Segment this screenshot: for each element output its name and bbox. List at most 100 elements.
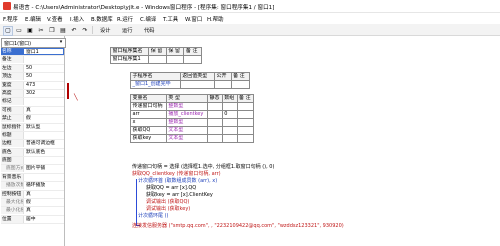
property-value[interactable]	[23, 173, 64, 181]
menu-item-0[interactable]: F.程序	[3, 15, 18, 23]
table-cell[interactable]: arr	[130, 110, 167, 119]
property-row[interactable]: 控制按钮真	[1, 190, 64, 200]
property-value[interactable]	[23, 98, 64, 106]
property-row[interactable]: 高度 302	[1, 89, 64, 99]
property-row[interactable]: 鼠标指针 默认型	[1, 123, 64, 132]
property-value[interactable]	[23, 131, 64, 139]
table-cell[interactable]	[221, 126, 238, 135]
property-row[interactable]: 名称 窗口1	[1, 48, 64, 57]
property-row[interactable]: 底图方式 图片平铺	[1, 165, 64, 174]
property-row[interactable]: 可视真	[1, 106, 64, 116]
table-cell[interactable]	[183, 55, 202, 64]
paste-icon[interactable]: ▤	[58, 26, 68, 36]
table-cell[interactable]	[165, 55, 185, 64]
code-line[interactable]: 调试输出 (获取QQ)	[146, 199, 189, 205]
table-cell[interactable]: 获取QQ	[130, 126, 167, 135]
property-row[interactable]: 左边 50	[1, 64, 64, 74]
code-line[interactable]: 获取key = arr [x].ClientKey	[146, 192, 213, 198]
property-row[interactable]: 底色 默认底色	[1, 148, 64, 158]
property-value[interactable]: 窗口1	[23, 48, 64, 55]
table-cell[interactable]: 整数型	[165, 118, 208, 127]
property-value[interactable]: 真	[23, 106, 64, 114]
table-cell[interactable]	[206, 110, 223, 119]
table-cell[interactable]: 整数型	[165, 102, 208, 111]
table-cell[interactable]	[236, 110, 255, 119]
menu-item-4[interactable]: B.数据库	[91, 15, 113, 23]
property-value[interactable]	[23, 56, 64, 64]
table-cell[interactable]: 窗口程序集1	[109, 55, 150, 64]
code-line[interactable]: 调试输出 (获取key)	[146, 206, 190, 212]
table-cell[interactable]	[214, 80, 232, 89]
menu-item-8[interactable]: W.窗口	[185, 15, 202, 23]
menu-item-3[interactable]: I.插入	[70, 15, 84, 23]
new-icon[interactable]: ▢	[3, 26, 13, 36]
code-line[interactable]: 获取QQ_clientkey (传递窗口句柄, arr)	[132, 171, 221, 177]
property-value[interactable]: 473	[23, 81, 64, 89]
table-cell[interactable]: 获取key	[130, 134, 167, 143]
property-row[interactable]: 边框 普通可调边框	[1, 140, 64, 149]
property-value[interactable]: 50	[23, 64, 64, 72]
redo-icon[interactable]: ↷	[80, 26, 90, 36]
property-value[interactable]	[23, 157, 64, 165]
code-editor[interactable]: 窗口程序集名保 留保 留备 注 窗口程序集1 子程序名 返回值类型 公开备 注 _窗…	[74, 36, 500, 246]
table-cell[interactable]	[230, 80, 251, 89]
undo-icon[interactable]: ↶	[69, 26, 79, 36]
menu-item-5[interactable]: R.运行	[117, 15, 133, 23]
property-value[interactable]: 真	[23, 190, 64, 198]
table-cell[interactable]	[236, 102, 255, 111]
property-value[interactable]: 默认型	[23, 123, 64, 131]
component-selector[interactable]: 窗口1(窗口) ▾	[1, 38, 66, 48]
cut-icon[interactable]: ✂	[36, 26, 46, 36]
property-value[interactable]: 假	[23, 115, 64, 123]
code-line[interactable]: 获取QQ = arr [x].QQ	[146, 185, 196, 191]
property-row[interactable]: 宽度 473	[1, 81, 64, 90]
table-cell[interactable]	[206, 134, 223, 143]
property-value[interactable]: 循环播放	[23, 182, 64, 190]
table-cell[interactable]: 0	[221, 110, 238, 119]
property-row[interactable]: 禁止假	[1, 115, 64, 124]
code-line[interactable]: 传递窗口句柄 = 选择 (选择框1.选中, 分组框1.取窗口句柄 (), 0)	[132, 164, 274, 170]
copy-icon[interactable]: ❐	[47, 26, 57, 36]
table-cell[interactable]	[179, 80, 216, 89]
table-cell[interactable]: 文本型	[165, 134, 208, 143]
property-value[interactable]: 默认底色	[23, 148, 64, 156]
property-value[interactable]: 假	[23, 199, 64, 207]
table-cell[interactable]: 传递窗口句柄	[130, 102, 167, 111]
property-row[interactable]: 最小化按钮真	[1, 207, 64, 216]
menu-item-6[interactable]: C.编译	[140, 15, 156, 23]
property-row[interactable]: 标记	[1, 98, 64, 107]
toolbar-label-2[interactable]: 代码	[144, 27, 154, 34]
toolbar-label-1[interactable]: 运行	[122, 27, 132, 34]
table-cell[interactable]: 播放_clientkey	[165, 110, 208, 119]
property-value[interactable]: 图片平铺	[23, 165, 64, 173]
table-cell[interactable]	[148, 55, 167, 64]
menu-item-9[interactable]: H.帮助	[207, 15, 223, 23]
property-row[interactable]: 备注	[1, 56, 64, 65]
table-cell[interactable]	[236, 118, 255, 127]
chevron-down-icon[interactable]: ▾	[58, 40, 64, 45]
table-cell[interactable]: 文本型	[165, 126, 208, 135]
property-row[interactable]: 位置 居中	[1, 215, 64, 225]
table-cell[interactable]: x	[130, 118, 167, 127]
property-row[interactable]: 底图	[1, 157, 64, 166]
menu-item-7[interactable]: T.工具	[163, 15, 178, 23]
property-row[interactable]: 顶边 50	[1, 73, 64, 82]
table-cell[interactable]	[221, 118, 238, 127]
property-value[interactable]: 居中	[23, 215, 64, 223]
code-line[interactable]: 计次循环首 (取数组成员数 (arr), x)	[138, 178, 217, 184]
menu-item-1[interactable]: E.编辑	[25, 15, 41, 23]
property-row[interactable]: 最大化按钮假	[1, 199, 64, 208]
toolbar-label-0[interactable]: 设计	[100, 27, 110, 34]
property-value[interactable]: 普通可调边框	[23, 140, 64, 148]
table-cell[interactable]	[206, 102, 223, 111]
table-cell[interactable]	[236, 126, 255, 135]
table-cell[interactable]	[206, 118, 223, 127]
property-row[interactable]: 标题	[1, 131, 64, 141]
code-line[interactable]: 连接发信服务器 ("smtp.qq.com", , "2232109422@qq…	[132, 223, 344, 229]
table-cell[interactable]	[236, 134, 255, 143]
property-value[interactable]: 302	[23, 89, 64, 97]
open-icon[interactable]: ▭	[14, 26, 24, 36]
property-row[interactable]: 播放次数 循环播放	[1, 182, 64, 191]
code-line[interactable]: 计次循环尾 ()	[138, 213, 169, 219]
property-row[interactable]: 背景音乐	[1, 173, 64, 183]
